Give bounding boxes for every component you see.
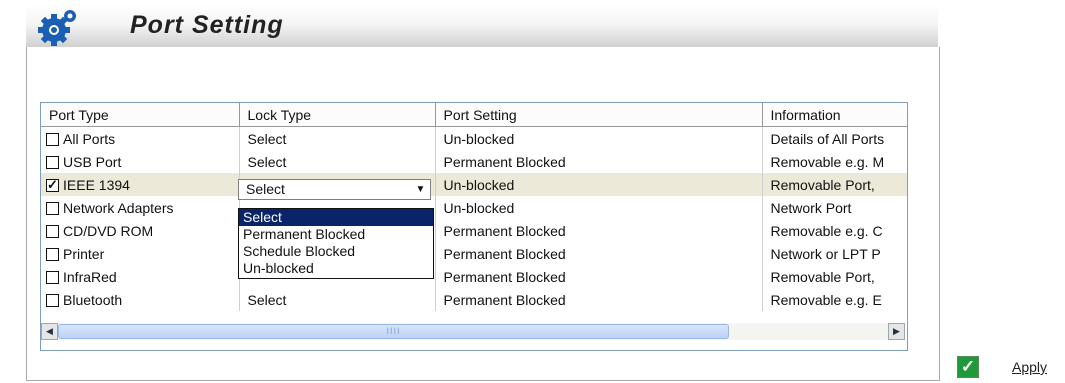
port-type-cell: Network Adapters [63,199,174,216]
combo-value: Select [246,181,285,197]
port-setting-cell: Permanent Blocked [435,219,763,242]
row-checkbox[interactable] [46,132,59,146]
row-checkbox[interactable] [46,270,59,284]
dropdown-option-select[interactable]: Select [239,209,433,226]
port-setting-cell: Permanent Blocked [435,265,763,288]
horizontal-scrollbar[interactable]: ◀ IIII ▶ [41,323,905,340]
table-row[interactable]: InfraRed Permanent Blocked Removable Por… [41,265,907,288]
information-cell: Network or LPT P [762,242,907,265]
scroll-thumb[interactable]: IIII [58,324,729,339]
page-title: Port Setting [130,11,284,39]
table-row-selected[interactable]: IEEE 1394 Un-blocked Removable Port, [41,173,907,196]
information-cell: Removable e.g. M [762,150,907,173]
row-checkbox[interactable] [46,224,59,238]
table-row[interactable]: USB Port Select Permanent Blocked Remova… [41,150,907,173]
port-setting-cell: Permanent Blocked [435,288,763,311]
scroll-left-icon[interactable]: ◀ [41,323,58,340]
row-checkbox[interactable] [46,177,59,193]
port-setting-cell: Un-blocked [435,173,763,196]
port-setting-cell: Permanent Blocked [435,242,763,265]
lock-type-cell[interactable]: Select [239,126,436,150]
lock-type-dropdown-list: Select Permanent Blocked Schedule Blocke… [238,208,434,279]
scroll-right-icon[interactable]: ▶ [888,323,905,340]
dropdown-arrow-icon[interactable]: ▼ [412,181,429,198]
port-type-cell: Bluetooth [63,291,123,308]
port-setting-cell: Un-blocked [435,126,763,150]
column-header-port-setting[interactable]: Port Setting [435,103,763,127]
port-setting-cell: Un-blocked [435,196,763,219]
table-row[interactable]: CD/DVD ROM Permanent Blocked Removable e… [41,219,907,242]
dropdown-option-permanent-blocked[interactable]: Permanent Blocked [239,226,433,243]
port-type-cell: InfraRed [63,268,117,285]
lock-type-cell[interactable]: Select [239,288,436,311]
information-cell: Removable e.g. C [762,219,907,242]
dropdown-option-un-blocked[interactable]: Un-blocked [239,260,433,277]
information-cell: Removable Port, [762,173,907,196]
column-header-port-type[interactable]: Port Type [41,103,240,127]
lock-type-combobox[interactable]: Select ▼ [238,179,431,200]
column-header-information[interactable]: Information [762,103,907,127]
checkmark-icon: ✓ [957,356,979,378]
apply-label: Apply [1012,359,1048,375]
table-row[interactable]: Bluetooth Select Permanent Blocked Remov… [41,288,907,311]
apply-button[interactable]: ✓ Apply [955,354,1065,383]
port-type-cell: IEEE 1394 [63,176,130,193]
port-type-cell: CD/DVD ROM [63,222,154,239]
row-checkbox[interactable] [46,201,59,215]
information-cell: Network Port [762,196,907,219]
row-checkbox[interactable] [46,247,59,261]
port-type-cell: USB Port [63,153,122,170]
table-row[interactable]: Printer Permanent Blocked Network or LPT… [41,242,907,265]
port-type-cell: Printer [63,245,105,262]
information-cell: Details of All Ports [762,126,907,150]
information-cell: Removable Port, [762,265,907,288]
port-setting-cell: Permanent Blocked [435,150,763,173]
port-grid: Port Type Lock Type Port Setting Informa… [40,102,908,351]
dropdown-option-schedule-blocked[interactable]: Schedule Blocked [239,243,433,260]
column-header-lock-type[interactable]: Lock Type [239,103,436,127]
row-checkbox[interactable] [46,155,59,169]
table-row[interactable]: Network Adapters Un-blocked Network Port [41,196,907,219]
information-cell: Removable e.g. E [762,288,907,311]
port-type-cell: All Ports [63,130,116,147]
gears-icon [38,10,76,46]
row-checkbox[interactable] [46,293,59,307]
table-row[interactable]: All Ports Select Un-blocked Details of A… [41,126,907,150]
lock-type-cell[interactable]: Select [239,150,436,173]
